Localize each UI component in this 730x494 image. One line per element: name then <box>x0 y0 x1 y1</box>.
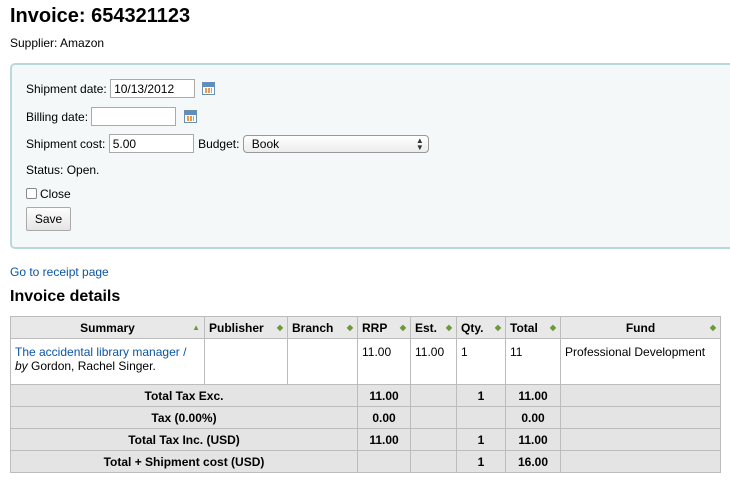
footer-fund <box>560 450 721 473</box>
close-checkbox[interactable] <box>26 188 37 200</box>
supplier-text: Supplier: Amazon <box>10 36 105 50</box>
invoice-form: Shipment date: Billing date: Shipment co… <box>10 63 730 249</box>
footer-fund <box>560 428 721 451</box>
select-arrows-icon: ▲ ▼ <box>415 135 424 152</box>
footer-est <box>410 450 457 473</box>
footer-qty: 1 <box>456 450 506 473</box>
sort-arrows-icon: ◆ <box>709 323 716 332</box>
total-cell: 11 <box>505 338 561 385</box>
footer-row-tax-exc: Total Tax Exc. 11.00 1 11.00 <box>10 384 721 407</box>
footer-est <box>410 428 457 451</box>
footer-label: Tax (0.00%) <box>10 406 358 429</box>
table-header-row: Summary ▲ Publisher ◆ Branch ◆ RRP ◆ Est. ◆ Q… <box>10 316 721 339</box>
close-row: Close <box>26 186 71 201</box>
sort-arrows-icon: ◆ <box>346 323 353 332</box>
column-header-est[interactable]: Est. ◆ <box>410 316 457 339</box>
qty-cell: 1 <box>456 338 506 385</box>
footer-row-shipment-total: Total + Shipment cost (USD) 1 16.00 <box>10 450 721 473</box>
sort-arrows-icon: ◆ <box>494 323 501 332</box>
footer-qty <box>456 406 506 429</box>
column-header-publisher[interactable]: Publisher ◆ <box>204 316 288 339</box>
footer-label: Total Tax Inc. (USD) <box>10 428 358 451</box>
publisher-cell <box>204 338 288 385</box>
receipt-page-link[interactable]: Go to receipt page <box>10 265 109 279</box>
by-text: by <box>15 359 28 373</box>
footer-total: 16.00 <box>505 450 561 473</box>
shipment-cost-row: Shipment cost: Budget: Book ▲▼ <box>26 134 429 153</box>
footer-row-tax: Tax (0.00%) 0.00 0.00 <box>10 406 721 429</box>
budget-select[interactable]: Book ▲ ▼ <box>242 134 429 153</box>
footer-total: 11.00 <box>505 428 561 451</box>
est-cell: 11.00 <box>410 338 457 385</box>
footer-rrp <box>357 450 411 473</box>
sort-arrows-icon: ◆ <box>445 323 452 332</box>
footer-label: Total Tax Exc. <box>10 384 358 407</box>
footer-qty: 1 <box>456 428 506 451</box>
footer-label: Total + Shipment cost (USD) <box>10 450 358 473</box>
footer-est <box>410 406 457 429</box>
column-header-rrp[interactable]: RRP ◆ <box>357 316 411 339</box>
sort-arrows-icon: ◆ <box>399 323 406 332</box>
close-label: Close <box>40 186 71 201</box>
footer-total: 0.00 <box>505 406 561 429</box>
calendar-icon[interactable] <box>202 82 216 95</box>
column-header-branch[interactable]: Branch ◆ <box>287 316 358 339</box>
footer-est <box>410 384 457 407</box>
column-header-qty[interactable]: Qty. ◆ <box>456 316 506 339</box>
sort-arrows-icon: ◆ <box>276 323 283 332</box>
shipment-date-input[interactable] <box>110 79 196 98</box>
footer-fund <box>560 406 721 429</box>
billing-date-row: Billing date: <box>26 107 197 126</box>
save-button[interactable]: Save <box>26 207 71 231</box>
sort-asc-icon: ▲ <box>192 323 200 332</box>
footer-row-tax-inc: Total Tax Inc. (USD) 11.00 1 11.00 <box>10 428 721 451</box>
branch-cell <box>287 338 358 385</box>
budget-select-value: Book <box>251 136 280 151</box>
column-header-total[interactable]: Total ◆ <box>505 316 561 339</box>
book-author: Gordon, Rachel Singer. <box>31 359 156 373</box>
shipment-date-label: Shipment date: <box>26 81 107 96</box>
page-title: Invoice: 654321123 <box>10 5 191 27</box>
budget-label: Budget: <box>198 136 240 151</box>
footer-rrp: 11.00 <box>357 428 411 451</box>
book-title-link[interactable]: The accidental library manager / <box>15 345 186 359</box>
invoice-details-heading: Invoice details <box>10 288 121 305</box>
shipment-date-row: Shipment date: <box>26 79 216 98</box>
column-header-fund[interactable]: Fund ◆ <box>560 316 721 339</box>
fund-cell: Professional Development <box>560 338 721 385</box>
footer-qty: 1 <box>456 384 506 407</box>
rrp-cell: 11.00 <box>357 338 411 385</box>
invoice-details-table: Summary ▲ Publisher ◆ Branch ◆ RRP ◆ Est. ◆ Q… <box>10 316 721 473</box>
footer-total: 11.00 <box>505 384 561 407</box>
summary-cell: The accidental library manager / by Gord… <box>10 338 205 385</box>
footer-fund <box>560 384 721 407</box>
shipment-cost-input[interactable] <box>108 134 194 153</box>
footer-rrp: 0.00 <box>357 406 411 429</box>
column-header-summary[interactable]: Summary ▲ <box>10 316 205 339</box>
billing-date-input[interactable] <box>91 107 177 126</box>
status-text: Status: Open. <box>26 163 100 177</box>
sort-arrows-icon: ◆ <box>549 323 556 332</box>
calendar-icon[interactable] <box>183 110 197 123</box>
footer-rrp: 11.00 <box>357 384 411 407</box>
billing-date-label: Billing date: <box>26 109 89 124</box>
shipment-cost-label: Shipment cost: <box>26 136 106 151</box>
table-row: The accidental library manager / by Gord… <box>10 338 721 385</box>
